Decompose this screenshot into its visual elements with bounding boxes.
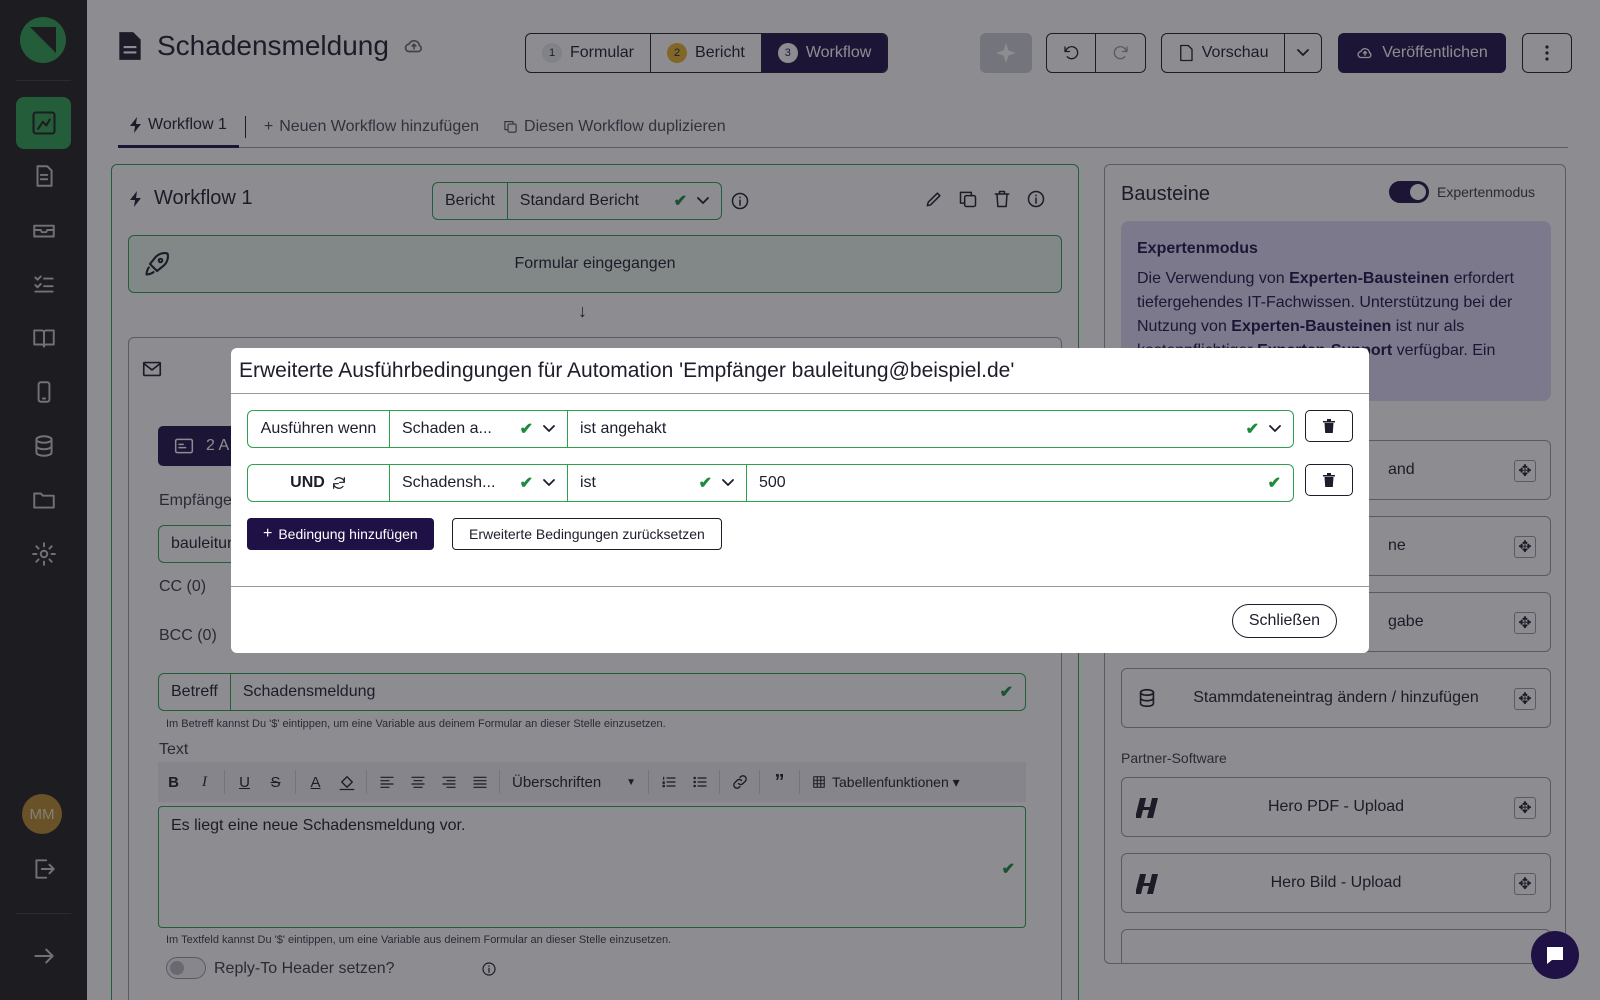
check-icon: ✔ <box>519 475 533 492</box>
field-select[interactable]: Schaden a... ✔ <box>390 410 568 448</box>
close-button[interactable]: Schließen <box>1231 604 1337 638</box>
field-select-value: Schadensh... <box>402 474 496 491</box>
modal-footer: Schließen <box>231 586 1369 653</box>
operator-select-value: ist angehakt <box>580 420 667 437</box>
operator-select[interactable]: ist ✔ <box>568 464 747 502</box>
condition-row: UND Schadensh... ✔ ist ✔ 500 ✔ <box>247 464 1294 502</box>
check-icon: ✔ <box>1245 421 1259 438</box>
add-condition-button[interactable]: + Bedingung hinzufügen <box>247 518 434 550</box>
add-condition-label: Bedingung hinzufügen <box>278 526 418 542</box>
condition-value-input[interactable]: 500 ✔ <box>747 464 1294 502</box>
check-icon: ✔ <box>519 421 533 438</box>
logic-toggle-button[interactable]: UND <box>247 464 390 502</box>
condition-prefix: Ausführen wenn <box>247 410 390 448</box>
check-icon: ✔ <box>1267 475 1281 492</box>
chevron-down-icon <box>1269 425 1281 432</box>
operator-select[interactable]: ist angehakt ✔ <box>568 410 1294 448</box>
logic-label: UND <box>290 474 325 491</box>
conditions-modal: Erweiterte Ausführbedingungen für Automa… <box>231 348 1369 653</box>
trash-icon <box>1323 473 1335 487</box>
modal-title: Erweiterte Ausführbedingungen für Automa… <box>231 348 1369 394</box>
reset-conditions-button[interactable]: Erweiterte Bedingungen zurücksetzen <box>452 518 722 550</box>
field-select[interactable]: Schadensh... ✔ <box>390 464 568 502</box>
chevron-down-icon <box>722 479 734 486</box>
delete-condition-button[interactable] <box>1305 464 1353 496</box>
trash-icon <box>1323 419 1335 433</box>
chevron-down-icon <box>543 479 555 486</box>
chevron-down-icon <box>543 425 555 432</box>
field-select-value: Schaden a... <box>402 420 492 437</box>
operator-select-value: ist <box>580 474 596 491</box>
chat-button[interactable] <box>1531 931 1579 979</box>
condition-row: Ausführen wenn Schaden a... ✔ ist angeha… <box>247 410 1294 448</box>
chat-icon <box>1547 947 1563 964</box>
condition-value: 500 <box>759 474 786 491</box>
delete-condition-button[interactable] <box>1305 410 1353 442</box>
plus-icon: + <box>263 525 273 542</box>
refresh-icon <box>332 477 345 489</box>
check-icon: ✔ <box>698 475 712 492</box>
